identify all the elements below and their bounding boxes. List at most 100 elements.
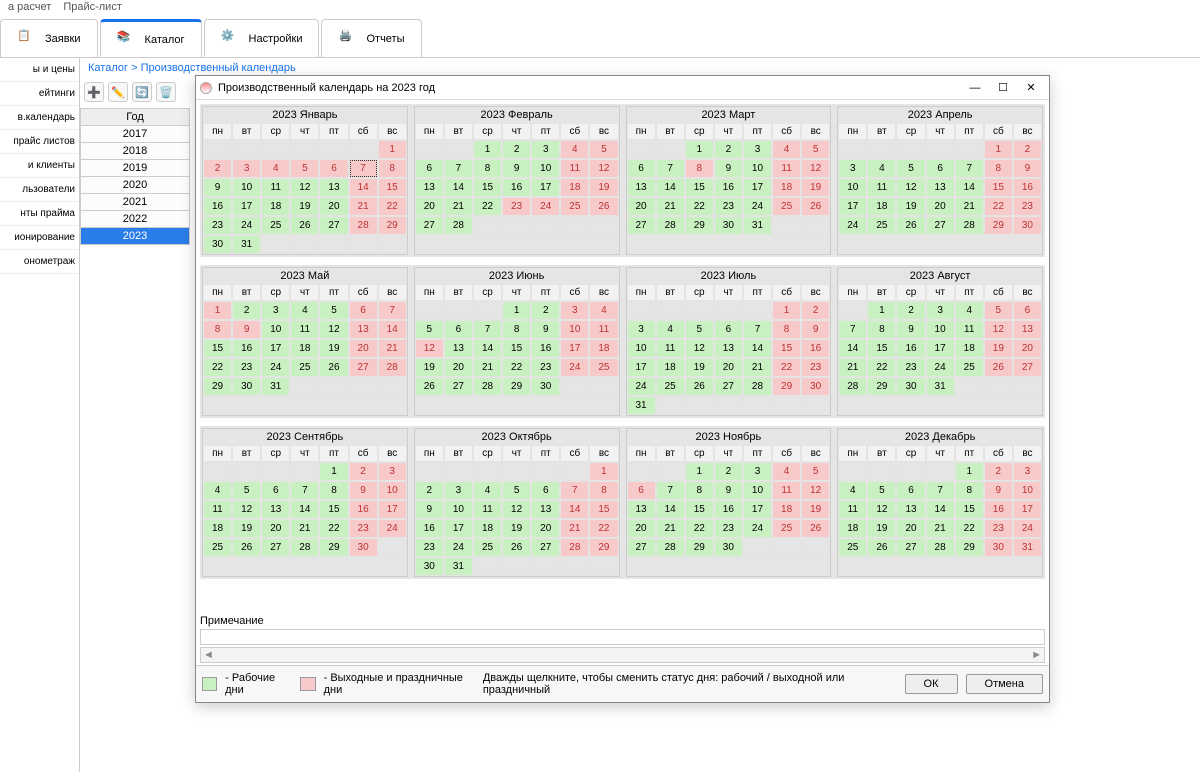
day-cell[interactable]: 17 — [232, 197, 261, 216]
day-cell[interactable]: 5 — [801, 140, 830, 159]
day-cell[interactable]: 7 — [656, 159, 685, 178]
day-cell[interactable]: 26 — [415, 377, 444, 396]
day-cell[interactable]: 23 — [896, 358, 925, 377]
year-row[interactable]: 2022 — [80, 211, 190, 228]
day-cell[interactable]: 21 — [290, 519, 319, 538]
day-cell[interactable]: 9 — [1013, 159, 1042, 178]
menu-item[interactable]: а расчет — [8, 1, 51, 17]
year-row[interactable]: 2018 — [80, 143, 190, 160]
day-cell[interactable]: 23 — [502, 197, 531, 216]
day-cell[interactable]: 10 — [444, 500, 473, 519]
day-cell[interactable]: 11 — [203, 500, 232, 519]
day-cell[interactable]: 29 — [984, 216, 1013, 235]
day-cell[interactable]: 18 — [867, 197, 896, 216]
day-cell[interactable]: 11 — [955, 320, 984, 339]
day-cell[interactable]: 15 — [955, 500, 984, 519]
day-cell[interactable]: 28 — [378, 358, 407, 377]
day-cell[interactable]: 11 — [589, 320, 618, 339]
day-cell[interactable]: 1 — [502, 301, 531, 320]
day-cell[interactable]: 29 — [685, 216, 714, 235]
day-cell[interactable]: 11 — [473, 500, 502, 519]
day-cell[interactable]: 7 — [349, 159, 378, 178]
day-cell[interactable]: 5 — [685, 320, 714, 339]
day-cell[interactable]: 8 — [589, 481, 618, 500]
day-cell[interactable]: 5 — [896, 159, 925, 178]
day-cell[interactable]: 18 — [290, 339, 319, 358]
day-cell[interactable]: 30 — [714, 216, 743, 235]
day-cell[interactable]: 14 — [349, 178, 378, 197]
day-cell[interactable]: 20 — [714, 358, 743, 377]
day-cell[interactable]: 28 — [656, 216, 685, 235]
day-cell[interactable]: 17 — [926, 339, 955, 358]
day-cell[interactable]: 10 — [743, 481, 772, 500]
day-cell[interactable]: 18 — [772, 178, 801, 197]
sidebar-item[interactable]: ейтинги — [0, 82, 79, 106]
day-cell[interactable]: 3 — [261, 301, 290, 320]
day-cell[interactable]: 23 — [801, 358, 830, 377]
day-cell[interactable]: 8 — [867, 320, 896, 339]
day-cell[interactable]: 9 — [232, 320, 261, 339]
day-cell[interactable]: 10 — [378, 481, 407, 500]
day-cell[interactable]: 18 — [656, 358, 685, 377]
day-cell[interactable]: 16 — [714, 500, 743, 519]
day-cell[interactable]: 23 — [203, 216, 232, 235]
day-cell[interactable]: 22 — [203, 358, 232, 377]
day-cell[interactable]: 12 — [867, 500, 896, 519]
day-cell[interactable]: 6 — [319, 159, 348, 178]
day-cell[interactable]: 1 — [867, 301, 896, 320]
year-row[interactable]: 2023 — [80, 228, 190, 245]
day-cell[interactable]: 29 — [378, 216, 407, 235]
day-cell[interactable]: 29 — [685, 538, 714, 557]
day-cell[interactable]: 16 — [531, 339, 560, 358]
day-cell[interactable]: 20 — [926, 197, 955, 216]
day-cell[interactable]: 11 — [560, 159, 589, 178]
day-cell[interactable]: 1 — [984, 140, 1013, 159]
day-cell[interactable]: 22 — [772, 358, 801, 377]
day-cell[interactable]: 20 — [896, 519, 925, 538]
day-cell[interactable]: 9 — [415, 500, 444, 519]
day-cell[interactable]: 6 — [444, 320, 473, 339]
day-cell[interactable]: 5 — [319, 301, 348, 320]
day-cell[interactable]: 12 — [896, 178, 925, 197]
day-cell[interactable]: 11 — [656, 339, 685, 358]
day-cell[interactable]: 2 — [801, 301, 830, 320]
day-cell[interactable]: 12 — [319, 320, 348, 339]
day-cell[interactable]: 9 — [896, 320, 925, 339]
day-cell[interactable]: 2 — [203, 159, 232, 178]
day-cell[interactable]: 26 — [801, 519, 830, 538]
day-cell[interactable]: 16 — [801, 339, 830, 358]
day-cell[interactable]: 13 — [531, 500, 560, 519]
day-cell[interactable]: 18 — [261, 197, 290, 216]
day-cell[interactable]: 22 — [319, 519, 348, 538]
day-cell[interactable]: 29 — [867, 377, 896, 396]
day-cell[interactable]: 31 — [232, 235, 261, 254]
day-cell[interactable]: 10 — [838, 178, 867, 197]
day-cell[interactable]: 23 — [232, 358, 261, 377]
day-cell[interactable]: 31 — [261, 377, 290, 396]
day-cell[interactable]: 16 — [714, 178, 743, 197]
day-cell[interactable]: 15 — [378, 178, 407, 197]
day-cell[interactable]: 14 — [378, 320, 407, 339]
day-cell[interactable]: 31 — [926, 377, 955, 396]
day-cell[interactable]: 22 — [685, 197, 714, 216]
day-cell[interactable]: 2 — [1013, 140, 1042, 159]
tab-catalog[interactable]: 📚 Каталог — [100, 19, 202, 57]
day-cell[interactable]: 25 — [656, 377, 685, 396]
day-cell[interactable]: 21 — [349, 197, 378, 216]
day-cell[interactable]: 4 — [290, 301, 319, 320]
day-cell[interactable]: 5 — [801, 462, 830, 481]
day-cell[interactable]: 19 — [801, 500, 830, 519]
day-cell[interactable]: 15 — [772, 339, 801, 358]
day-cell[interactable]: 4 — [955, 301, 984, 320]
day-cell[interactable]: 25 — [560, 197, 589, 216]
day-cell[interactable]: 14 — [838, 339, 867, 358]
day-cell[interactable]: 19 — [232, 519, 261, 538]
day-cell[interactable]: 18 — [473, 519, 502, 538]
day-cell[interactable]: 20 — [627, 519, 656, 538]
day-cell[interactable]: 28 — [743, 377, 772, 396]
day-cell[interactable]: 25 — [838, 538, 867, 557]
day-cell[interactable]: 25 — [772, 519, 801, 538]
day-cell[interactable]: 12 — [801, 481, 830, 500]
day-cell[interactable]: 9 — [984, 481, 1013, 500]
day-cell[interactable]: 3 — [627, 320, 656, 339]
